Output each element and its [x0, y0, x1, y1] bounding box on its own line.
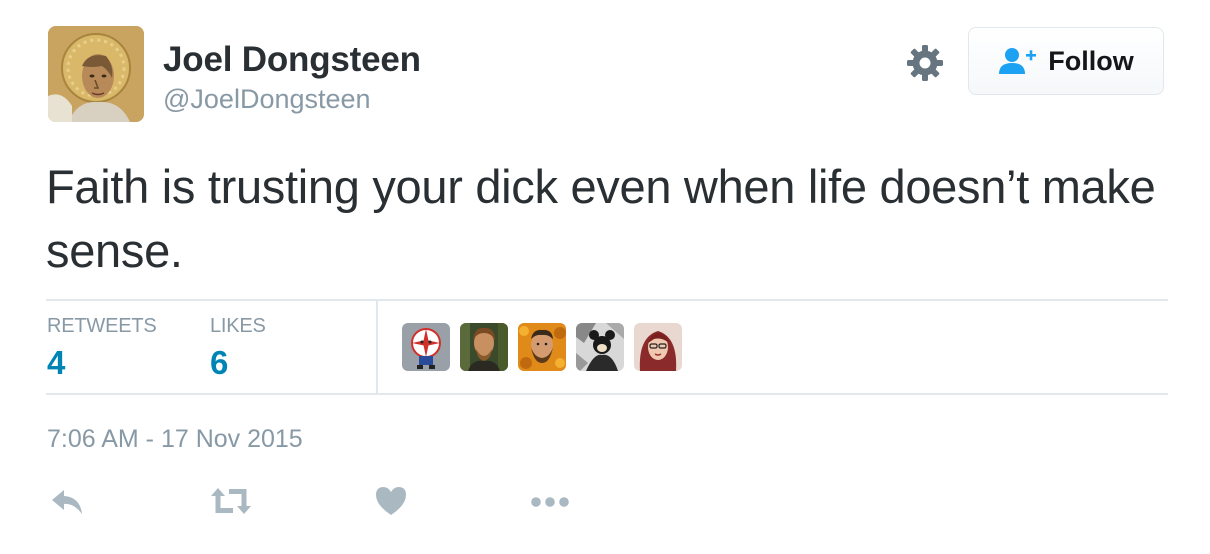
likes-count: 6	[210, 344, 229, 381]
reply-icon[interactable]	[50, 484, 84, 523]
liker-avatar-4[interactable]	[576, 323, 624, 371]
liker-avatar-1[interactable]	[402, 323, 450, 371]
stats-vertical-divider	[376, 300, 378, 395]
retweets-count: 4	[47, 344, 66, 381]
likers-list	[402, 323, 682, 371]
liker-avatar-2[interactable]	[460, 323, 508, 371]
liker-avatar-5[interactable]	[634, 323, 682, 371]
retweets-label: RETWEETS	[47, 315, 157, 337]
follow-button[interactable]: Follow	[968, 27, 1164, 95]
gear-icon[interactable]	[906, 44, 944, 82]
liker-avatar-3[interactable]	[518, 323, 566, 371]
stats-top-divider	[46, 299, 1168, 301]
author-avatar[interactable]	[48, 26, 144, 122]
author-name[interactable]: Joel Dongsteen	[163, 40, 421, 80]
author-handle[interactable]: @JoelDongsteen	[163, 84, 371, 115]
likes-stat[interactable]: LIKES 6	[210, 315, 266, 382]
retweets-stat[interactable]: RETWEETS 4	[47, 315, 157, 382]
retweet-icon[interactable]	[211, 484, 251, 523]
add-user-icon	[999, 48, 1037, 74]
likes-label: LIKES	[210, 315, 266, 337]
follow-button-label: Follow	[1048, 45, 1134, 76]
tweet-text: Faith is trusting your dick even when li…	[46, 160, 1156, 277]
stats-bottom-divider	[46, 393, 1168, 395]
more-icon[interactable]	[531, 484, 571, 523]
heart-icon[interactable]	[374, 484, 408, 523]
tweet-timestamp[interactable]: 7:06 AM - 17 Nov 2015	[47, 425, 303, 454]
